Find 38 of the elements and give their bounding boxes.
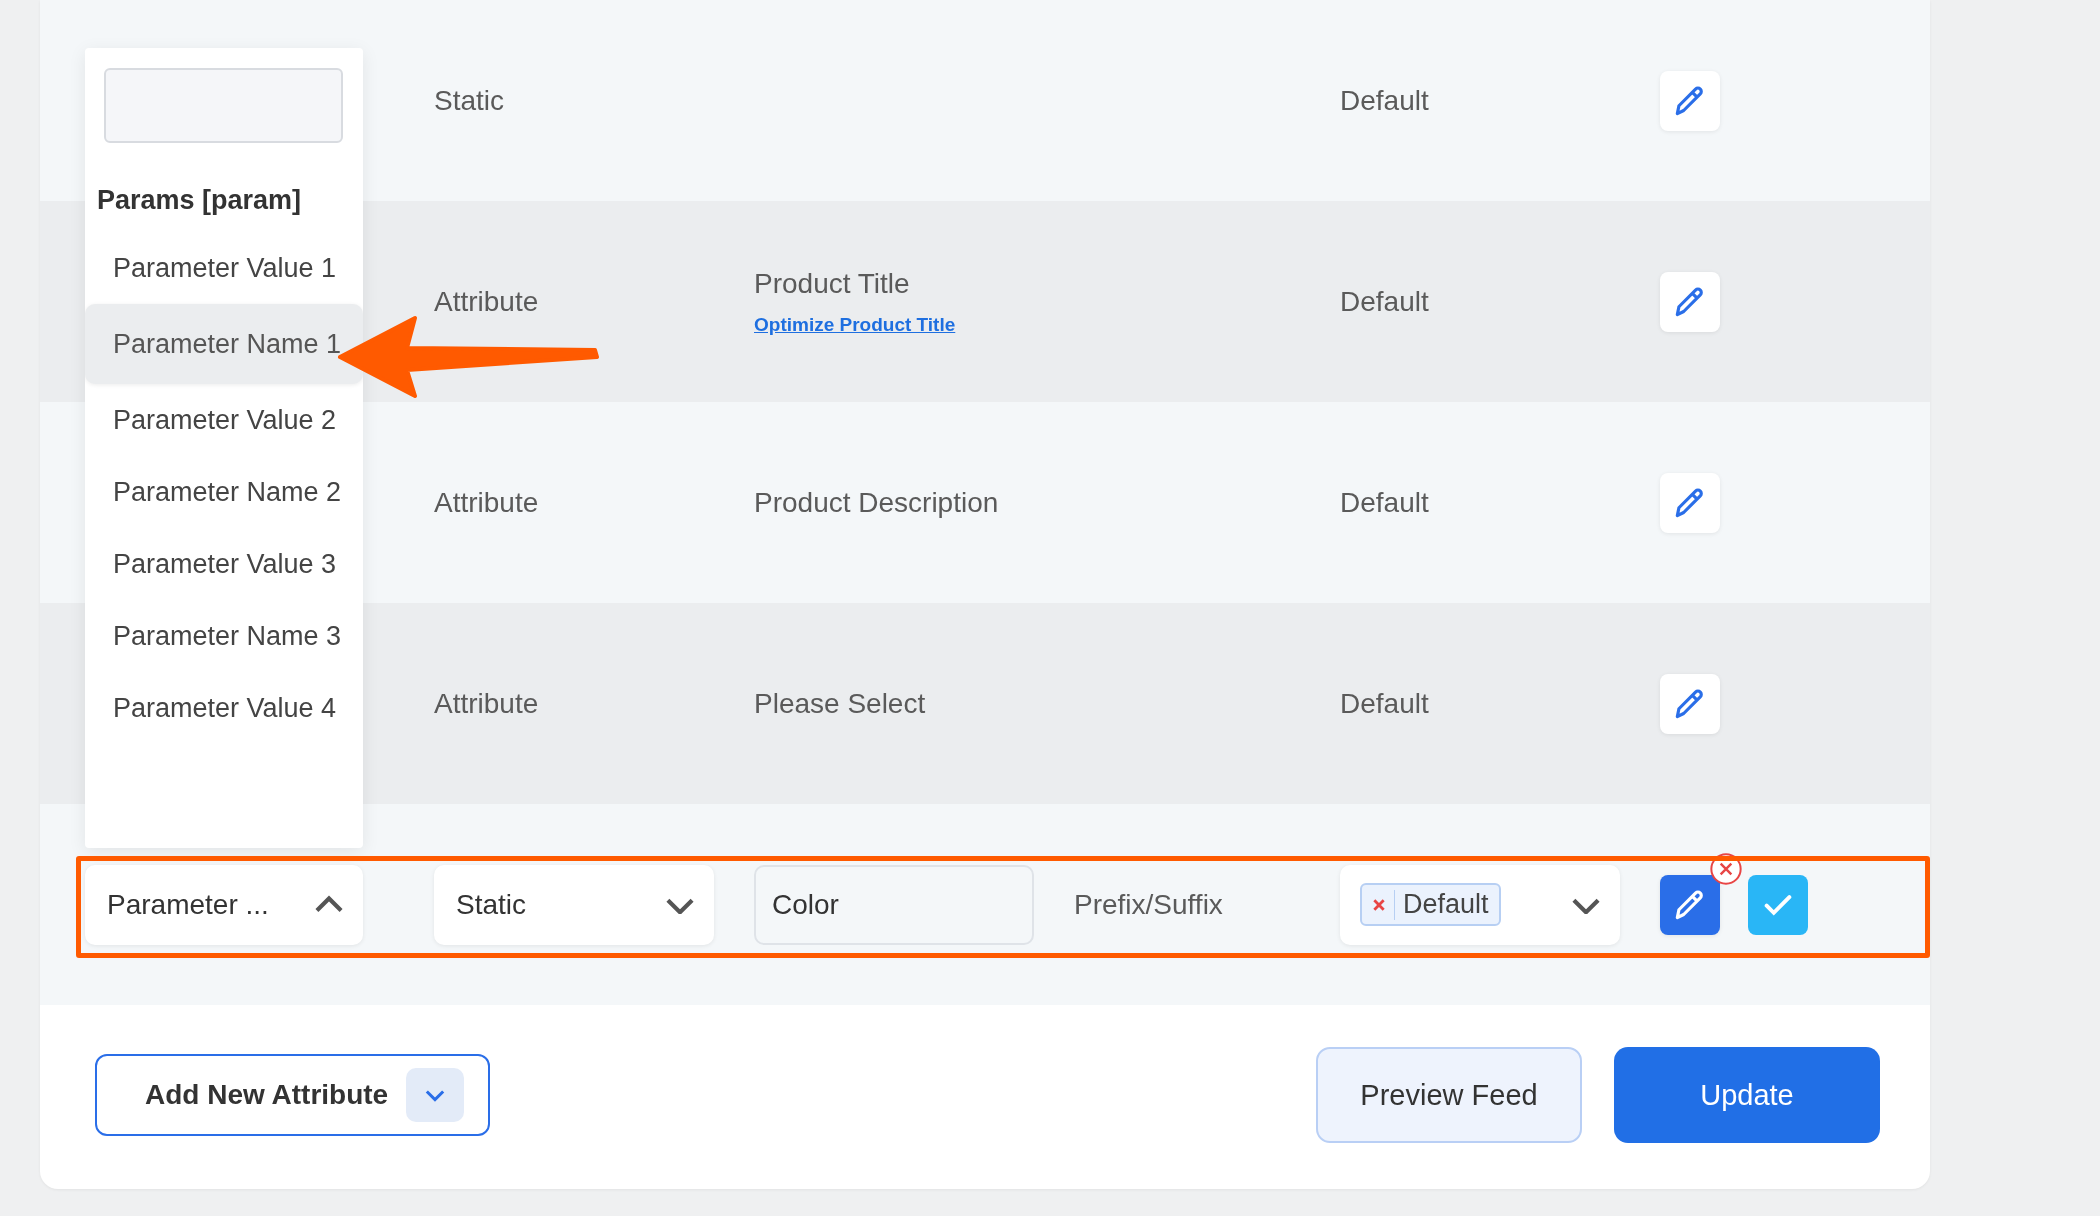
value-text: Product Title	[754, 267, 911, 300]
add-attribute-button[interactable]: Add New Attribute	[95, 1054, 490, 1136]
edit-button[interactable]	[1660, 70, 1720, 131]
value-text: Please Select	[754, 687, 927, 720]
edit-button[interactable]	[1660, 271, 1720, 332]
preview-feed-button[interactable]: Preview Feed	[1316, 1047, 1582, 1143]
close-icon[interactable]	[1710, 852, 1742, 885]
prefix-text: Default	[1340, 486, 1429, 518]
prefix-suffix-label: Prefix/Suffix	[1074, 888, 1223, 920]
dropdown-option[interactable]: Parameter Name 3	[85, 600, 363, 672]
value-input-field[interactable]: Color	[754, 864, 1034, 945]
dropdown-option[interactable]: Parameter Value 3	[85, 528, 363, 600]
update-button[interactable]: Update	[1614, 1047, 1880, 1143]
default-tag: Default	[1360, 883, 1501, 926]
group-heading: Params [param]	[96, 184, 303, 217]
dropdown-option[interactable]: Parameter Name 1	[85, 304, 363, 384]
type-text: Attribute	[434, 687, 539, 719]
default-select[interactable]: Default	[1340, 864, 1620, 945]
type-text: Attribute	[434, 285, 539, 317]
name-select[interactable]: Parameter ...	[85, 864, 363, 945]
caret-icon	[406, 1068, 465, 1122]
edit-button[interactable]	[1660, 874, 1720, 935]
dropdown-option[interactable]: Parameter Value 2	[85, 384, 363, 456]
remove-icon[interactable]	[1372, 897, 1386, 912]
value-text: Product Description	[754, 486, 1000, 519]
type-text: Static	[434, 84, 505, 116]
dropdown-option[interactable]: Parameter Value 1	[85, 232, 363, 304]
edit-button[interactable]	[1660, 673, 1720, 734]
edit-button[interactable]	[1660, 472, 1720, 533]
dropdown-option[interactable]: Parameter Value 4	[85, 672, 363, 744]
optimize-link[interactable]: Optimize Product Title	[754, 313, 956, 336]
type-select[interactable]: Static	[434, 864, 714, 945]
prefix-text: Default	[1340, 687, 1429, 719]
dropdown-option[interactable]: Parameter Name 2	[85, 456, 363, 528]
search-field[interactable]	[104, 68, 343, 143]
prefix-text: Default	[1340, 84, 1429, 116]
prefix-text: Default	[1340, 285, 1429, 317]
type-text: Attribute	[434, 486, 539, 518]
